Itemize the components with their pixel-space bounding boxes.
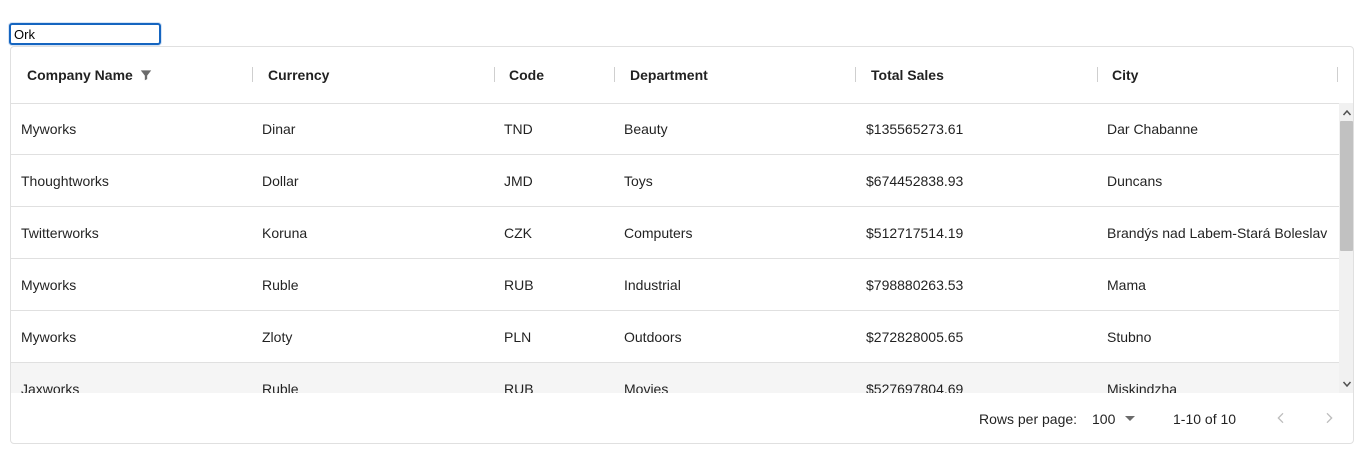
grid-footer: Rows per page: 100 1-10 of 10 [11, 393, 1353, 443]
cell-company-name: Twitterworks [21, 224, 99, 241]
column-separator[interactable] [252, 67, 253, 82]
data-grid: Company Name Currency Code Department To… [10, 46, 1354, 444]
cell-code: PLN [504, 328, 532, 345]
pagination-range: 1-10 of 10 [1173, 410, 1237, 427]
grid-body: Myworks Dinar TND Beauty $135565273.61 D… [11, 103, 1339, 393]
cell-city: Dar Chabanne [1107, 120, 1199, 137]
column-header-total-sales[interactable]: Total Sales [871, 47, 944, 103]
cell-total-sales: $527697804.69 [866, 380, 964, 394]
rows-per-page-select[interactable]: 100 [1092, 393, 1136, 443]
column-header-label: Company Name [27, 67, 133, 83]
column-header-company-name[interactable]: Company Name [27, 47, 153, 103]
scrollbar-thumb[interactable] [1340, 121, 1353, 251]
column-separator[interactable] [494, 67, 495, 82]
cell-department: Computers [624, 224, 693, 241]
column-header-label: Total Sales [871, 67, 944, 83]
column-header-label: City [1112, 67, 1139, 83]
cell-currency: Ruble [262, 276, 299, 293]
cell-total-sales: $798880263.53 [866, 276, 964, 293]
table-row[interactable]: Myworks Zloty PLN Outdoors $272828005.65… [11, 311, 1339, 363]
grid-header: Company Name Currency Code Department To… [11, 47, 1353, 104]
chevron-down-icon[interactable] [1339, 376, 1353, 391]
column-header-currency[interactable]: Currency [268, 47, 329, 103]
cell-department: Beauty [624, 120, 668, 137]
column-header-city[interactable]: City [1112, 47, 1138, 103]
vertical-scrollbar[interactable] [1339, 103, 1353, 393]
cell-code: TND [504, 120, 533, 137]
column-header-label: Department [630, 67, 708, 83]
previous-page-button[interactable] [1267, 404, 1295, 432]
cell-company-name: Myworks [21, 120, 77, 137]
column-header-code[interactable]: Code [509, 47, 544, 103]
cell-company-name: Myworks [21, 276, 77, 293]
cell-currency: Zloty [262, 328, 293, 345]
chevron-right-icon [1326, 412, 1333, 424]
cell-code: JMD [504, 172, 533, 189]
cell-city: Stubno [1107, 328, 1152, 345]
filter-input[interactable] [9, 23, 161, 45]
cell-company-name: Jaxworks [21, 380, 80, 394]
table-row[interactable]: Jaxworks Ruble RUB Movies $527697804.69 … [11, 363, 1339, 393]
arrow-drop-down-icon [1125, 415, 1136, 422]
cell-code: RUB [504, 380, 534, 394]
column-header-label: Code [509, 67, 544, 83]
column-header-department[interactable]: Department [630, 47, 708, 103]
cell-currency: Dollar [262, 172, 299, 189]
cell-city: Brandýs nad Labem-Stará Boleslav [1107, 224, 1328, 241]
next-page-button[interactable] [1315, 404, 1343, 432]
cell-currency: Ruble [262, 380, 299, 394]
rows-per-page-label: Rows per page: [979, 410, 1078, 427]
cell-currency: Dinar [262, 120, 296, 137]
cell-city: Miskindzha [1107, 380, 1178, 394]
cell-currency: Koruna [262, 224, 308, 241]
cell-department: Industrial [624, 276, 681, 293]
column-header-label: Currency [268, 67, 330, 83]
table-row[interactable]: Twitterworks Koruna CZK Computers $51271… [11, 207, 1339, 259]
cell-department: Outdoors [624, 328, 682, 345]
cell-company-name: Thoughtworks [21, 172, 109, 189]
table-row[interactable]: Myworks Ruble RUB Industrial $798880263.… [11, 259, 1339, 311]
column-separator[interactable] [855, 67, 856, 82]
table-row[interactable]: Myworks Dinar TND Beauty $135565273.61 D… [11, 103, 1339, 155]
cell-city: Mama [1107, 276, 1146, 293]
column-separator[interactable] [614, 67, 615, 82]
column-separator[interactable] [1097, 67, 1098, 82]
cell-total-sales: $674452838.93 [866, 172, 964, 189]
cell-code: RUB [504, 276, 534, 293]
cell-code: CZK [504, 224, 532, 241]
table-row[interactable]: Thoughtworks Dollar JMD Toys $674452838.… [11, 155, 1339, 207]
cell-department: Movies [624, 380, 669, 394]
cell-total-sales: $512717514.19 [866, 224, 964, 241]
cell-department: Toys [624, 172, 653, 189]
chevron-up-icon[interactable] [1339, 105, 1353, 120]
rows-per-page-value: 100 [1092, 410, 1116, 427]
cell-total-sales: $135565273.61 [866, 120, 964, 137]
cell-total-sales: $272828005.65 [866, 328, 964, 345]
cell-company-name: Myworks [21, 328, 77, 345]
cell-city: Duncans [1107, 172, 1163, 189]
chevron-left-icon [1277, 412, 1284, 424]
column-separator[interactable] [1337, 67, 1338, 82]
filter-icon[interactable] [139, 68, 153, 82]
